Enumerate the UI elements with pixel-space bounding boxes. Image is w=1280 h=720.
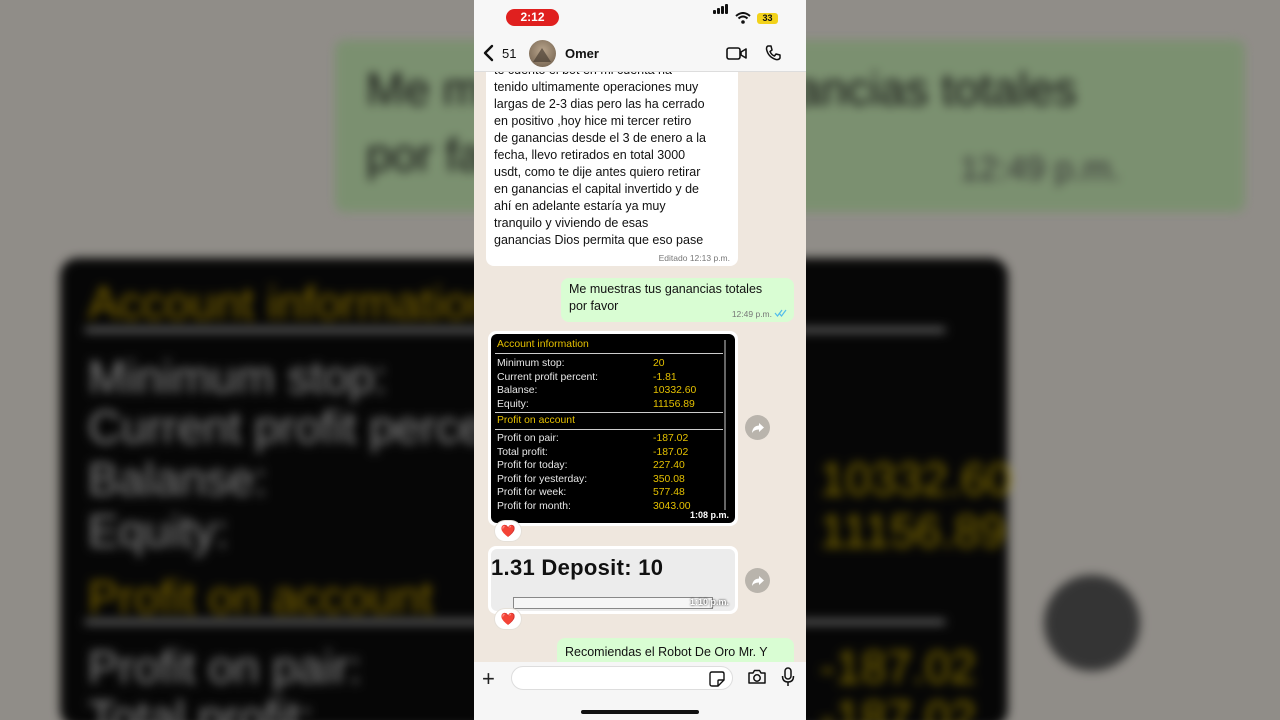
deposit-text: 1.31 Deposit: 10 — [491, 555, 664, 580]
account-row-label: Total profit: — [497, 446, 548, 458]
account-row-value: -187.02 — [653, 446, 689, 458]
account-row-label: Profit on pair: — [497, 433, 559, 444]
account-row-value: 227.40 — [653, 460, 685, 471]
avatar[interactable] — [529, 40, 556, 67]
wifi-icon — [735, 12, 751, 24]
contact-name[interactable]: Omer — [565, 46, 599, 61]
battery-icon: 33 — [757, 13, 778, 24]
account-row-value: 3043.00 — [653, 500, 691, 512]
account-header: Profit on account — [497, 415, 575, 426]
deposit-screenshot[interactable]: 1.31 Deposit: 10 1:10 p.m. — [491, 549, 735, 611]
reaction-badge[interactable]: ❤️ — [495, 521, 521, 541]
account-screenshot[interactable]: Account information Minimum stop: 20 Cur… — [491, 334, 735, 523]
unread-count[interactable]: 51 — [502, 46, 516, 61]
forward-icon — [752, 423, 764, 433]
chat-header: 51 Omer — [474, 36, 806, 72]
account-row-value: 10332.60 — [653, 385, 697, 396]
forward-button[interactable] — [745, 568, 770, 593]
message-time: 12:49 p.m. — [731, 309, 772, 319]
incoming-message[interactable]: te cuento el bot en mi cuenta ha tenido … — [486, 72, 738, 266]
account-row-label: Profit for week: — [497, 487, 567, 498]
account-header: Account information — [497, 339, 589, 350]
account-row-value: 350.08 — [653, 473, 685, 485]
sticker-icon[interactable] — [709, 671, 725, 687]
account-row-label: Current profit percent: — [497, 371, 599, 383]
back-chevron-icon[interactable] — [482, 44, 496, 62]
status-time: 2:12 — [506, 9, 559, 26]
outgoing-message[interactable]: Recomiendas el Robot De Oro Mr. Y — [557, 638, 794, 662]
account-row-label: Equity: — [497, 398, 529, 410]
microphone-icon[interactable] — [781, 667, 795, 687]
camera-icon[interactable] — [747, 668, 767, 685]
forward-button[interactable] — [745, 415, 770, 440]
message-time: 1:10 p.m. — [689, 597, 729, 607]
message-input[interactable] — [511, 666, 733, 690]
message-text: Recomiendas el Robot De Oro Mr. Y — [565, 645, 768, 659]
scrollbar — [724, 340, 726, 510]
account-row-value: 20 — [653, 358, 665, 369]
phone-screen: 2:12 33 51 Omer te cuento el bot e — [474, 0, 806, 720]
divider — [495, 353, 723, 354]
plus-icon[interactable]: + — [482, 666, 495, 692]
account-row-label: Minimum stop: — [497, 358, 565, 369]
account-row-label: Profit for yesterday: — [497, 473, 588, 485]
home-indicator — [581, 710, 699, 714]
image-message[interactable]: Account information Minimum stop: 20 Cur… — [488, 331, 738, 526]
phone-call-icon[interactable] — [764, 44, 782, 62]
message-meta: Editado 12:13 p.m. — [658, 253, 730, 263]
account-row-value: 11156.89 — [653, 398, 695, 410]
image-message[interactable]: 1.31 Deposit: 10 1:10 p.m. — [488, 546, 738, 614]
divider — [495, 412, 723, 413]
forward-icon — [752, 576, 764, 586]
message-text: te cuento el bot en mi cuenta ha tenido … — [494, 72, 706, 247]
account-row-value: -1.81 — [653, 371, 677, 383]
double-check-icon — [774, 309, 787, 317]
chat-area: te cuento el bot en mi cuenta ha tenido … — [474, 72, 806, 662]
account-row-label: Balanse: — [497, 385, 538, 396]
screenshot-input — [513, 597, 713, 609]
account-row-value: 577.48 — [653, 487, 685, 498]
status-bar: 2:12 33 — [474, 0, 806, 36]
outgoing-message[interactable]: Me muestras tus ganancias totales por fa… — [561, 278, 794, 322]
divider — [495, 429, 723, 430]
account-row-value: -187.02 — [653, 433, 689, 444]
account-row-label: Profit for month: — [497, 500, 571, 512]
video-call-icon[interactable] — [726, 46, 748, 61]
reaction-badge[interactable]: ❤️ — [495, 609, 521, 629]
input-bar: + — [474, 662, 806, 720]
account-row-label: Profit for today: — [497, 460, 568, 471]
message-time: 1:08 p.m. — [689, 510, 729, 520]
